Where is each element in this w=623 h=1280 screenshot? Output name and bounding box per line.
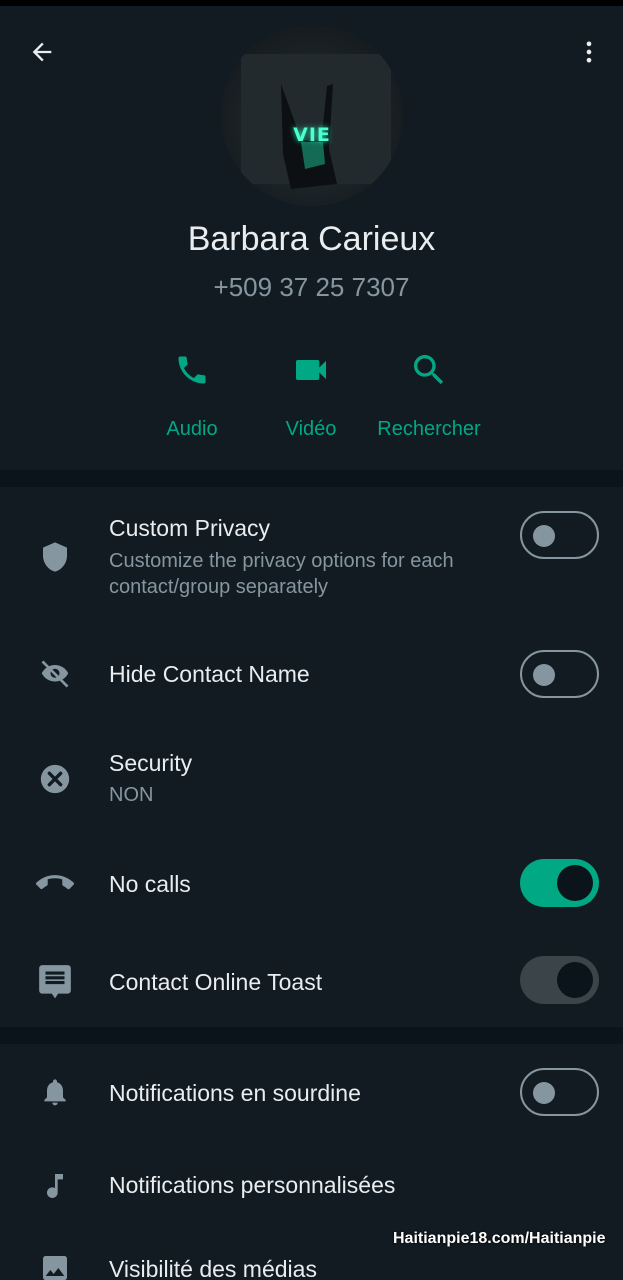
mute-notifications-row[interactable]: Notifications en sourdine <box>0 1044 623 1140</box>
no-calls-row[interactable]: No calls <box>0 837 623 931</box>
image-icon <box>43 1256 67 1280</box>
privacy-settings-section: Custom Privacy Customize the privacy opt… <box>0 487 623 1027</box>
close-circle-icon <box>40 764 70 794</box>
audio-call-button[interactable]: Audio <box>127 342 257 452</box>
call-end-icon <box>36 875 74 890</box>
contact-info-screen: VIE Barbara Carieux +509 37 25 7307 Audi… <box>0 0 623 1280</box>
phone-icon <box>178 356 206 384</box>
search-label: Rechercher <box>377 418 481 440</box>
contact-online-toast-title: Contact Online Toast <box>109 969 323 995</box>
security-row[interactable]: Security NON <box>0 737 623 823</box>
contact-name: Barbara Carieux <box>187 220 436 258</box>
search-icon <box>414 355 444 385</box>
custom-notifications-title: Notifications personnalisées <box>109 1172 396 1198</box>
eye-off-icon <box>41 660 69 688</box>
audio-label: Audio <box>166 418 218 440</box>
custom-notifications-row[interactable]: Notifications personnalisées <box>0 1144 623 1228</box>
shield-icon <box>43 542 67 572</box>
contact-phone: +509 37 25 7307 <box>213 272 410 302</box>
arrow-left-icon <box>32 42 52 62</box>
music-note-icon <box>47 1174 63 1198</box>
hide-contact-name-title: Hide Contact Name <box>109 661 310 687</box>
watermark-text: Haitianpie18.com/Haitianpie <box>393 1230 606 1247</box>
video-label: Vidéo <box>285 418 337 440</box>
no-calls-toggle[interactable] <box>520 859 599 907</box>
custom-privacy-row[interactable]: Custom Privacy Customize the privacy opt… <box>0 487 623 615</box>
back-button[interactable] <box>22 32 62 72</box>
custom-privacy-toggle[interactable] <box>520 511 599 559</box>
mute-notifications-toggle[interactable] <box>520 1068 599 1116</box>
media-visibility-title: Visibilité des médias <box>109 1256 317 1280</box>
video-camera-icon <box>296 360 326 380</box>
custom-privacy-subtitle: Customize the privacy options for each c… <box>109 550 454 598</box>
more-vertical-icon <box>586 41 592 63</box>
contact-header: VIE Barbara Carieux +509 37 25 7307 Audi… <box>0 6 623 470</box>
avatar-overlay-text: VIE <box>293 124 331 146</box>
hide-contact-name-toggle[interactable] <box>520 650 599 698</box>
mute-notifications-title: Notifications en sourdine <box>109 1080 361 1106</box>
more-options-button[interactable] <box>569 32 609 72</box>
hand-sign-image <box>241 54 391 189</box>
custom-privacy-title: Custom Privacy <box>109 515 271 541</box>
video-call-button[interactable]: Vidéo <box>246 342 376 452</box>
security-value: NON <box>109 784 154 806</box>
security-title: Security <box>109 750 193 776</box>
message-icon <box>39 965 71 999</box>
contact-online-toast-toggle[interactable] <box>520 956 599 1004</box>
contact-online-toast-row[interactable]: Contact Online Toast <box>0 935 623 1027</box>
hide-contact-name-row[interactable]: Hide Contact Name <box>0 627 623 723</box>
bell-icon <box>44 1079 66 1106</box>
contact-avatar[interactable]: VIE <box>221 24 403 206</box>
no-calls-title: No calls <box>109 871 191 897</box>
search-button[interactable]: Rechercher <box>364 342 494 452</box>
